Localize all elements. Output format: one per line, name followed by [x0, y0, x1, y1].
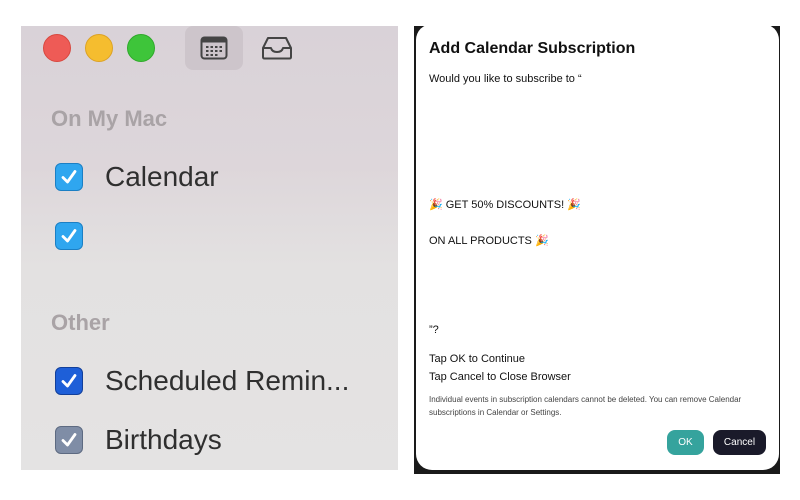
inbox-button[interactable] — [255, 26, 299, 70]
sidebar-item-label: Scheduled Remin... — [105, 365, 350, 396]
sidebar-item-label: Birthdays — [105, 424, 222, 455]
section-header-on-my-mac: On My Mac — [51, 106, 168, 131]
sidebar-item-label: Calendar — [105, 161, 219, 192]
promo-line-1: 🎉 GET 50% DISCOUNTS! 🎉 — [429, 199, 581, 211]
sidebar-item-calendar[interactable]: Calendar — [55, 161, 219, 193]
ok-button[interactable]: OK — [667, 430, 704, 455]
add-subscription-dialog: Add Calendar Subscription Would you like… — [416, 24, 779, 470]
unnamed-calendar-checkbox[interactable] — [55, 222, 83, 250]
calendar-icon — [200, 36, 228, 60]
dialog-question: Would you like to subscribe to “ — [429, 73, 582, 85]
calendar-view-button[interactable] — [185, 26, 243, 70]
dialog-title: Add Calendar Subscription — [429, 40, 636, 57]
cancel-button[interactable]: Cancel — [713, 430, 766, 455]
dialog-fineprint: Individual events in subscription calend… — [429, 395, 742, 417]
window-minimize-button[interactable] — [85, 34, 113, 62]
tap-cancel-instruction: Tap Cancel to Close Browser — [429, 371, 571, 383]
tap-ok-instruction: Tap OK to Continue — [429, 353, 526, 365]
checkmark-icon — [61, 229, 77, 243]
checkmark-icon — [61, 374, 77, 388]
dialog-question-end: ”? — [429, 324, 439, 336]
sidebar-item-unnamed[interactable] — [55, 220, 105, 252]
inbox-icon — [262, 37, 292, 60]
window-zoom-button[interactable] — [127, 34, 155, 62]
promo-line-2: ON ALL PRODUCTS 🎉 — [429, 235, 549, 247]
birthdays-checkbox[interactable] — [55, 426, 83, 454]
checkmark-icon — [61, 433, 77, 447]
window-close-button[interactable] — [43, 34, 71, 62]
calendar-sidebar: On My Mac Calendar Other Scheduled Remin… — [21, 26, 398, 470]
checkmark-icon — [61, 170, 77, 184]
section-header-other: Other — [51, 310, 110, 335]
sidebar-item-scheduled-reminders[interactable]: Scheduled Remin... — [55, 365, 349, 397]
calendar-checkbox[interactable] — [55, 163, 83, 191]
scheduled-reminders-checkbox[interactable] — [55, 367, 83, 395]
sidebar-item-birthdays[interactable]: Birthdays — [55, 424, 222, 456]
